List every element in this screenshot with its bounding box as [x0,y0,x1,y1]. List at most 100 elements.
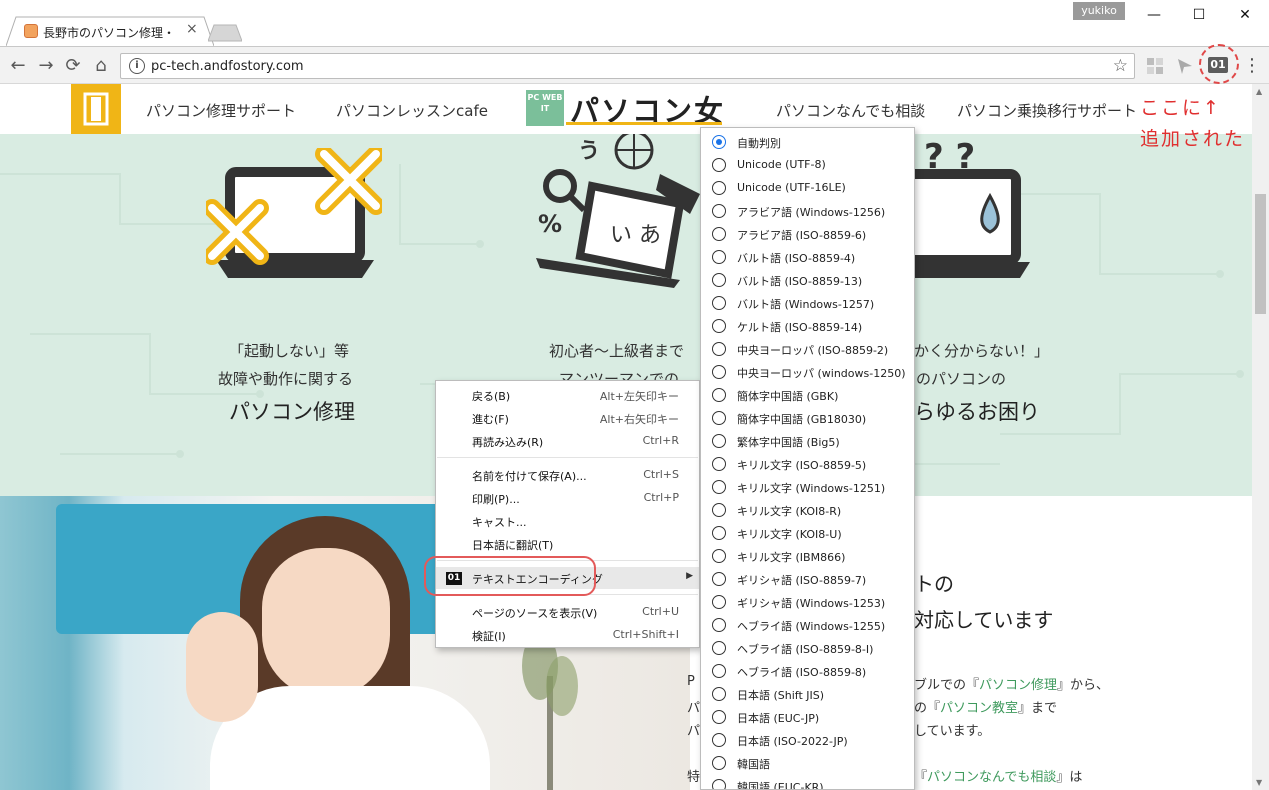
radio-icon[interactable] [712,388,726,402]
menu-item-reload[interactable]: 再読み込み(R) Ctrl+R [436,430,699,452]
menu-item-view-source[interactable]: ページのソースを表示(V) Ctrl+U [436,601,699,623]
reload-button[interactable]: ⟳ [63,56,83,76]
extension-qr-icon[interactable] [1146,57,1164,75]
tab-title[interactable]: 長野市のパソコン修理・パソ [43,24,175,41]
menu-item-save-as[interactable]: 名前を付けて保存(A)... Ctrl+S [436,464,699,486]
bookmark-star-icon[interactable]: ☆ [1113,56,1128,76]
radio-icon[interactable] [712,411,726,425]
radio-icon[interactable] [712,457,726,471]
site-info-icon[interactable]: i [129,58,145,74]
encoding-option[interactable]: キリル文字 (IBM866) [701,545,914,568]
menu-item-shortcut: Ctrl+U [642,605,679,618]
scroll-down-icon[interactable]: ▼ [1256,778,1262,787]
menu-item-cast[interactable]: キャスト... [436,510,699,532]
profile-badge[interactable]: yukiko [1073,2,1125,20]
encoding-option[interactable]: 自動判別 [701,131,914,154]
encoding-option[interactable]: 日本語 (Shift JIS) [701,683,914,706]
radio-icon[interactable] [712,227,726,241]
radio-icon[interactable] [712,618,726,632]
hero-col1-title[interactable]: パソコン修理 [229,396,355,426]
menu-item-inspect[interactable]: 検証(I) Ctrl+Shift+I [436,624,699,646]
scroll-up-icon[interactable]: ▲ [1256,87,1262,96]
encoding-option[interactable]: 中央ヨーロッパ (windows-1250) [701,361,914,384]
encoding-option[interactable]: バルト語 (Windows-1257) [701,292,914,315]
radio-icon[interactable] [712,181,726,195]
menu-item-forward[interactable]: 進む(F) Alt+右矢印キー [436,407,699,429]
close-window-button[interactable]: ✕ [1222,2,1268,28]
encoding-option[interactable]: ケルト語 (ISO-8859-14) [701,315,914,338]
radio-icon[interactable] [712,572,726,586]
consult-link[interactable]: パソコンなんでも相談 [927,770,1056,785]
encoding-option[interactable]: 日本語 (EUC-JP) [701,706,914,729]
encoding-option[interactable]: キリル文字 (Windows-1251) [701,476,914,499]
radio-icon[interactable] [712,342,726,356]
encoding-option[interactable]: Unicode (UTF-8) [701,154,914,177]
encoding-option[interactable]: アラビア語 (ISO-8859-6) [701,223,914,246]
radio-icon[interactable] [712,641,726,655]
encoding-option[interactable]: ヘブライ語 (ISO-8859-8) [701,660,914,683]
encoding-option[interactable]: ヘブライ語 (ISO-8859-8-I) [701,637,914,660]
menu-item-back[interactable]: 戻る(B) Alt+左矢印キー [436,384,699,406]
minimize-button[interactable]: — [1131,2,1177,28]
encoding-option[interactable]: ギリシャ語 (Windows-1253) [701,591,914,614]
radio-icon[interactable] [712,756,726,770]
radio-icon[interactable] [712,319,726,333]
encoding-option[interactable]: アラビア語 (Windows-1256) [701,200,914,223]
hero-col3-title[interactable]: らゆるお困り [914,396,1040,426]
radio-icon[interactable] [712,158,726,172]
encoding-option[interactable]: キリル文字 (KOI8-U) [701,522,914,545]
encoding-option[interactable]: 繁体字中国語 (Big5) [701,430,914,453]
encoding-option[interactable]: キリル文字 (KOI8-R) [701,499,914,522]
encoding-option[interactable]: 韓国語 [701,752,914,775]
nav-consultation[interactable]: パソコンなんでも相談 [776,100,925,121]
radio-selected-icon[interactable] [712,135,726,149]
encoding-option[interactable]: 日本語 (ISO-2022-JP) [701,729,914,752]
encoding-option[interactable]: ギリシャ語 (ISO-8859-7) [701,568,914,591]
radio-icon[interactable] [712,779,726,789]
address-bar[interactable]: i pc-tech.andfostory.com ☆ [120,53,1135,79]
url-text[interactable]: pc-tech.andfostory.com [151,59,304,74]
radio-icon[interactable] [712,296,726,310]
menu-item-translate[interactable]: 日本語に翻訳(T) [436,533,699,555]
forward-button[interactable]: → [36,56,56,76]
home-button[interactable]: ⌂ [91,56,111,76]
radio-icon[interactable] [712,549,726,563]
menu-item-print[interactable]: 印刷(P)... Ctrl+P [436,487,699,509]
maximize-button[interactable]: ☐ [1176,2,1222,28]
repair-link[interactable]: パソコン修理 [979,678,1057,693]
radio-icon[interactable] [712,365,726,379]
radio-icon[interactable] [712,480,726,494]
radio-icon[interactable] [712,687,726,701]
encoding-option[interactable]: 簡体字中国語 (GBK) [701,384,914,407]
radio-icon[interactable] [712,664,726,678]
nav-lesson-cafe[interactable]: パソコンレッスンcafe [336,100,488,121]
chrome-menu-icon[interactable]: ⋮ [1243,55,1261,76]
tab-close-icon[interactable]: × [186,21,198,37]
encoding-option[interactable]: キリル文字 (ISO-8859-5) [701,453,914,476]
nav-repair-support[interactable]: パソコン修理サポート [146,100,296,121]
encoding-option[interactable]: 簡体字中国語 (GB18030) [701,407,914,430]
encoding-option[interactable]: ヘブライ語 (Windows-1255) [701,614,914,637]
encoding-option[interactable]: 中央ヨーロッパ (ISO-8859-2) [701,338,914,361]
radio-icon[interactable] [712,733,726,747]
scroll-thumb[interactable] [1255,194,1266,314]
classroom-link[interactable]: パソコン教室 [940,701,1018,716]
back-button[interactable]: ← [8,56,28,76]
encoding-option[interactable]: 韓国語 (EUC-KR) [701,775,914,789]
radio-icon[interactable] [712,273,726,287]
page-scrollbar[interactable]: ▲ ▼ [1252,84,1269,790]
extension-flag-icon[interactable] [1176,57,1194,75]
encoding-option[interactable]: Unicode (UTF-16LE) [701,177,914,200]
encoding-option[interactable]: バルト語 (ISO-8859-13) [701,269,914,292]
radio-icon[interactable] [712,434,726,448]
radio-icon[interactable] [712,503,726,517]
encoding-option[interactable]: バルト語 (ISO-8859-4) [701,246,914,269]
radio-icon[interactable] [712,710,726,724]
radio-icon[interactable] [712,595,726,609]
nav-migration-support[interactable]: パソコン乗換移行サポート [957,100,1137,121]
new-tab-button[interactable] [208,24,242,42]
radio-icon[interactable] [712,526,726,540]
radio-icon[interactable] [712,204,726,218]
radio-icon[interactable] [712,250,726,264]
site-menu-logo[interactable] [71,84,121,134]
